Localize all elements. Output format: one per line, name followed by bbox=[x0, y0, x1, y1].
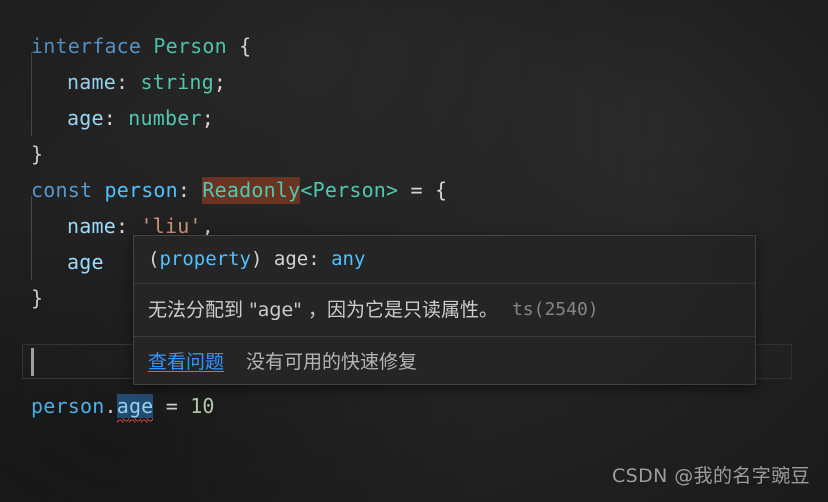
tooltip-message-row: 无法分配到 "age" ，因为它是只读属性。 ts(2540) bbox=[134, 284, 755, 336]
error-code: ts(2540) bbox=[511, 298, 599, 320]
no-quick-fix-label: 没有可用的快速修复 bbox=[246, 350, 418, 373]
token-property-age: age bbox=[67, 250, 104, 274]
token-type-string: string bbox=[140, 70, 214, 94]
token-semicolon: ; bbox=[213, 70, 227, 94]
token-dot: . bbox=[104, 394, 117, 418]
indent-guide bbox=[31, 52, 32, 136]
csdn-watermark: CSDN @我的名字豌豆 bbox=[611, 465, 810, 487]
code-line-1[interactable]: interface Person { bbox=[31, 28, 251, 64]
code-line-2[interactable]: name: string; bbox=[67, 64, 226, 100]
indent-guide bbox=[31, 196, 32, 280]
token-property-name: name bbox=[67, 70, 116, 94]
token-colon: : bbox=[115, 214, 129, 238]
signature-colon: : bbox=[308, 248, 320, 270]
signature-space bbox=[320, 245, 331, 273]
token-keyword-interface: interface bbox=[31, 34, 142, 58]
token-type-person: Person bbox=[153, 34, 227, 58]
token-colon: : bbox=[103, 106, 116, 130]
hover-tooltip[interactable]: (property) age: any 无法分配到 "age" ，因为它是只读属… bbox=[133, 235, 756, 385]
signature-paren-open: ( bbox=[148, 248, 160, 270]
token-semicolon: ; bbox=[201, 106, 214, 130]
token-utility-readonly-highlighted[interactable]: Readonly bbox=[202, 177, 301, 204]
signature-name: age bbox=[273, 248, 309, 270]
signature-space bbox=[262, 245, 273, 273]
token-colon: : bbox=[177, 178, 191, 202]
editor-screenshot: interface Person { name: string; age: nu… bbox=[0, 0, 828, 502]
token-type-number: number bbox=[128, 106, 202, 130]
signature-paren-close: ) bbox=[250, 248, 263, 270]
code-line-3[interactable]: age: number; bbox=[67, 100, 214, 136]
tooltip-signature-row: (property) age: any bbox=[134, 236, 755, 283]
signature-type: any bbox=[331, 248, 366, 270]
code-line-8[interactable]: } bbox=[31, 280, 43, 316]
view-problem-link[interactable]: 查看问题 bbox=[148, 347, 224, 374]
token-colon: : bbox=[115, 70, 129, 94]
token-object-person: person bbox=[31, 394, 105, 418]
token-brace-open: { bbox=[239, 34, 252, 58]
code-line-10[interactable]: person.age = 10 bbox=[31, 388, 215, 424]
token-number-10: 10 bbox=[190, 394, 215, 418]
token-property-age: age bbox=[67, 106, 104, 130]
text-caret bbox=[31, 348, 34, 376]
error-message-text: 无法分配到 "age" ，因为它是只读属性。 bbox=[148, 298, 498, 321]
token-assign: = bbox=[165, 394, 178, 418]
token-variable-person: person bbox=[104, 178, 178, 202]
token-brace-open: { bbox=[435, 178, 448, 202]
code-line-5[interactable]: const person: Readonly<Person> = { bbox=[31, 172, 447, 208]
token-assign: = bbox=[410, 178, 423, 202]
tooltip-actions-row[interactable]: 查看问题 没有可用的快速修复 bbox=[134, 337, 755, 384]
token-brace-close: } bbox=[31, 142, 44, 166]
token-member-age-error[interactable]: age bbox=[116, 394, 154, 418]
token-keyword-const: const bbox=[31, 178, 93, 202]
token-brace-close: } bbox=[31, 286, 44, 310]
token-property-name: name bbox=[67, 214, 116, 238]
code-line-7[interactable]: age bbox=[67, 244, 104, 280]
code-line-4[interactable]: } bbox=[31, 136, 43, 172]
signature-kind: property bbox=[159, 248, 251, 270]
token-generic-person: <Person> bbox=[300, 178, 399, 202]
